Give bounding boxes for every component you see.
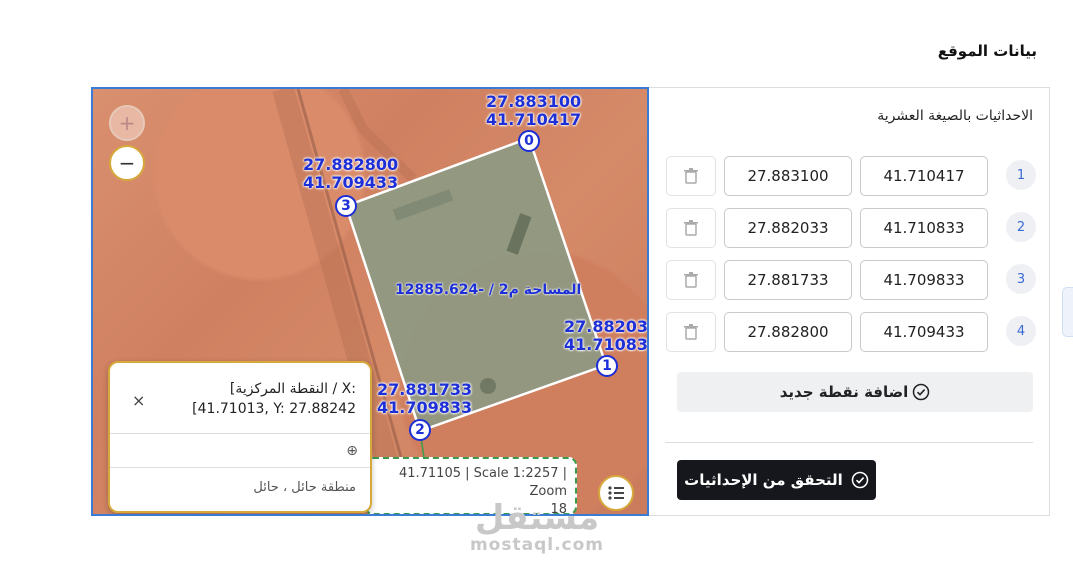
longitude-input[interactable]: 41.709833	[860, 260, 988, 300]
trash-icon	[684, 220, 698, 236]
delete-row-button[interactable]	[666, 260, 716, 300]
row-number: 3	[1006, 264, 1036, 294]
coordinate-row: 2 41.710833 27.882033	[649, 208, 1050, 248]
popup-divider	[110, 467, 370, 468]
zoom-in-button[interactable]: +	[109, 105, 145, 141]
latitude-input[interactable]: 27.883100	[724, 156, 852, 196]
panel-title: الاحداثيات بالصيغة العشرية	[877, 108, 1033, 124]
delete-row-button[interactable]	[666, 208, 716, 248]
list-icon	[608, 486, 624, 500]
delete-row-button[interactable]	[666, 312, 716, 352]
delete-row-button[interactable]	[666, 156, 716, 196]
longitude-input[interactable]: 41.710833	[860, 208, 988, 248]
check-circle-icon	[913, 383, 930, 401]
zoom-to-icon[interactable]: ⊕	[346, 443, 358, 459]
popup-location-text: منطقة حائل ، حائل	[253, 480, 356, 495]
watermark-latin: mostaql.com	[469, 535, 605, 555]
area-label: المساحة م2 / -12885.624	[395, 282, 582, 298]
point-3-lon: 41.709433	[303, 173, 399, 192]
coordinate-row: 4 41.709433 27.882800	[649, 312, 1050, 352]
point-0-lat: 27.883100	[486, 92, 582, 111]
watermark-arabic: مستقل	[474, 498, 600, 538]
point-2-label: 27.881733 41.709833	[377, 381, 472, 417]
popup-close-icon[interactable]: ×	[132, 391, 145, 410]
latitude-input[interactable]: 27.881733	[724, 260, 852, 300]
point-2-lat: 27.881733	[377, 380, 473, 399]
coord-bar-line1: 41.71105 | Scale 1:2257 | Zoom	[398, 466, 567, 499]
point-3-lat: 27.882800	[303, 155, 399, 174]
panel-divider	[665, 442, 1033, 443]
point-2-lon: 41.709833	[377, 398, 473, 417]
row-number: 2	[1006, 212, 1036, 242]
point-0-lon: 41.710417	[486, 110, 582, 129]
map-view[interactable]: + − 27.883100 41.710417 0 27.882800 41.7…	[91, 87, 649, 516]
latitude-input[interactable]: 27.882033	[724, 208, 852, 248]
check-circle-icon	[851, 471, 869, 489]
coordinates-panel: الاحداثيات بالصيغة العشرية 1 41.710417 2…	[649, 87, 1050, 516]
page: بيانات الموقع + − 27.883100 41.710417 0 …	[0, 0, 1073, 575]
point-1-marker[interactable]: 1	[596, 355, 618, 377]
side-tab[interactable]	[1062, 287, 1073, 337]
longitude-input[interactable]: 41.709433	[860, 312, 988, 352]
point-1-label: 27.882033 41.710833	[564, 317, 649, 354]
trash-icon	[684, 272, 698, 288]
section-title: بيانات الموقع	[937, 42, 1037, 60]
add-point-button[interactable]: اضافة نقطة جديد	[677, 372, 1033, 412]
popup-title: [النقطة المركزية / X: [41.71013, Y: 27.8…	[192, 379, 356, 419]
trash-icon	[684, 168, 698, 184]
popup-title-line1: [النقطة المركزية / X:	[229, 381, 356, 397]
popup-title-line2: [41.71013, Y: 27.88242	[192, 401, 356, 417]
coordinate-row: 1 41.710417 27.883100	[649, 156, 1050, 196]
add-point-label: اضافة نقطة جديد	[779, 383, 909, 401]
point-1-lat: 27.882033	[564, 317, 649, 336]
row-number: 4	[1006, 316, 1036, 346]
verify-label: التحقق من الإحداثيات	[684, 471, 843, 489]
zoom-out-button[interactable]: −	[109, 145, 145, 181]
verify-coordinates-button[interactable]: التحقق من الإحداثيات	[677, 460, 876, 500]
trash-icon	[684, 324, 698, 340]
coordinate-row: 3 41.709833 27.881733	[649, 260, 1050, 300]
longitude-input[interactable]: 41.710417	[860, 156, 988, 196]
point-1-lon: 41.710833	[564, 335, 649, 354]
watermark: مستقل mostaql.com	[462, 500, 612, 554]
point-0-label: 27.883100 41.710417	[486, 93, 581, 129]
point-3-label: 27.882800 41.709433	[303, 156, 398, 192]
row-number: 1	[1006, 160, 1036, 190]
point-2-marker[interactable]: 2	[409, 419, 431, 441]
center-point-popup: × [النقطة المركزية / X: [41.71013, Y: 27…	[108, 361, 372, 513]
point-3-marker[interactable]: 3	[335, 195, 357, 217]
popup-divider	[110, 433, 370, 434]
point-0-marker[interactable]: 0	[518, 130, 540, 152]
latitude-input[interactable]: 27.882800	[724, 312, 852, 352]
